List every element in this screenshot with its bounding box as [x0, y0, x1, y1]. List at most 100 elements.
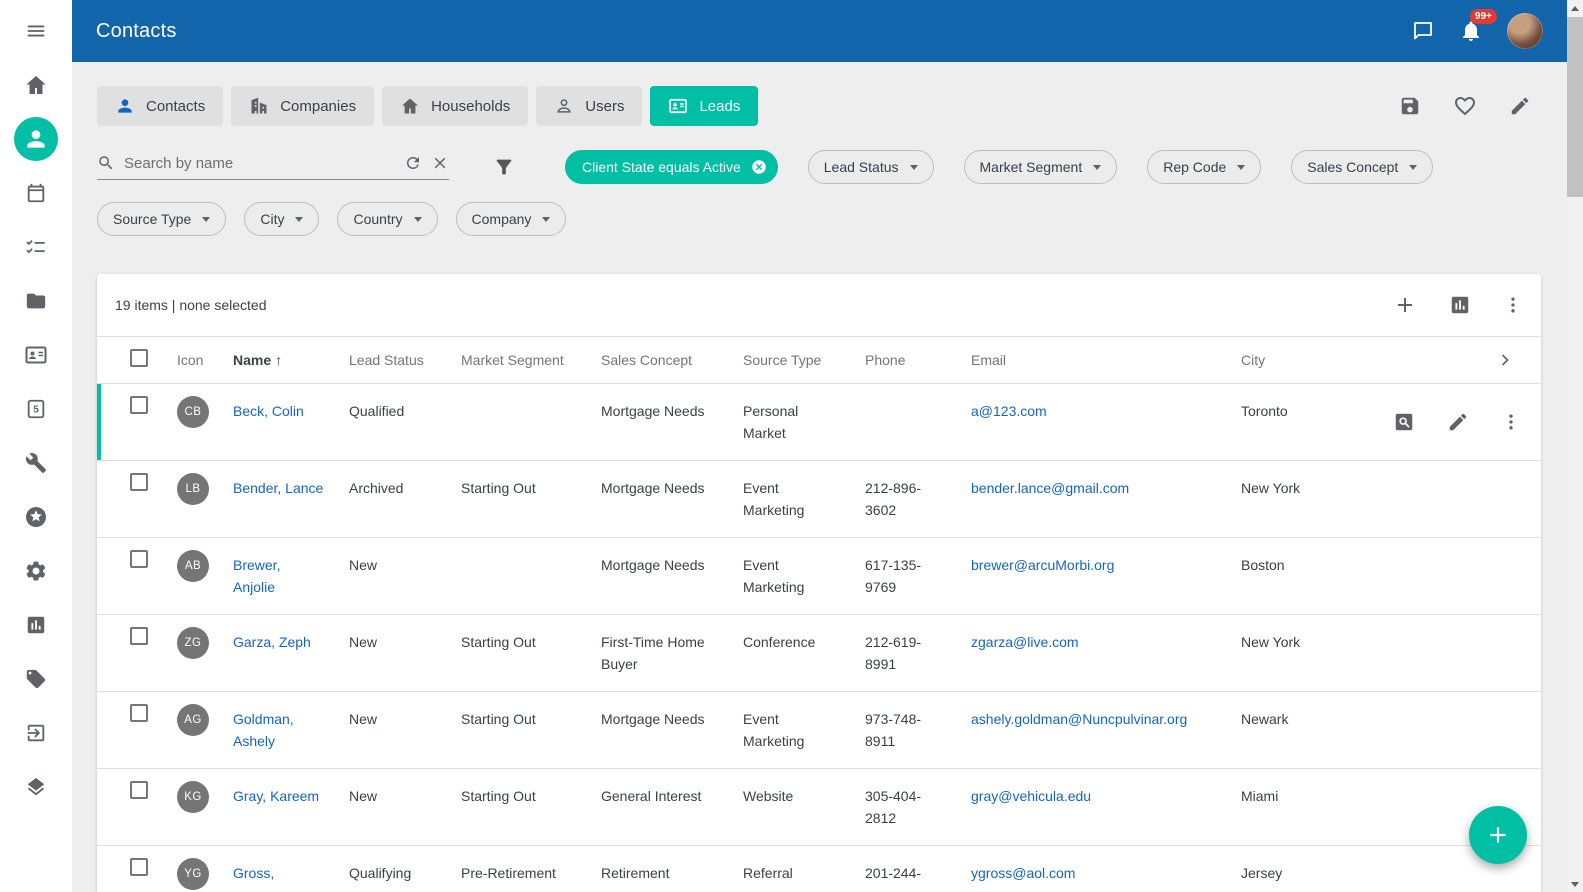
scroll-up-icon[interactable] [1567, 0, 1583, 16]
tab-contacts[interactable]: Contacts [97, 86, 223, 126]
lead-status-cell: Qualifying [349, 846, 461, 892]
column-lead-status[interactable]: Lead Status [349, 352, 461, 368]
notifications-bell-icon[interactable]: 99+ [1459, 19, 1483, 43]
preview-icon[interactable] [1393, 411, 1415, 433]
scrollbar-thumb[interactable] [1567, 17, 1583, 197]
contact-name-link[interactable]: Beck, Colin [233, 403, 304, 419]
contact-name-link[interactable]: Brewer, Anjolie [233, 557, 280, 595]
more-vert-icon[interactable] [1503, 295, 1523, 315]
table-row[interactable]: KG Gray, Kareem New Starting Out General… [97, 769, 1541, 846]
filter-lead-status[interactable]: Lead Status [808, 150, 934, 184]
sidebar-item-contacts[interactable] [14, 117, 58, 161]
filter-city[interactable]: City [244, 202, 319, 236]
row-checkbox[interactable] [130, 704, 148, 722]
filter-country[interactable]: Country [337, 202, 437, 236]
contact-avatar: ZG [177, 627, 209, 659]
tools-icon[interactable] [24, 451, 48, 475]
table-row[interactable]: YG Gross, Qualifying Pre-Retirement Reti… [97, 846, 1541, 892]
contact-card-icon[interactable] [24, 343, 48, 367]
folder-icon[interactable] [24, 289, 48, 313]
table-row[interactable]: AB Brewer, Anjolie New Mortgage Needs Ev… [97, 538, 1541, 615]
column-name[interactable]: Name↑ [233, 352, 349, 368]
row-checkbox[interactable] [130, 858, 148, 876]
tab-users[interactable]: Users [536, 86, 642, 126]
edit-pencil-icon[interactable] [1447, 411, 1469, 433]
table-row[interactable]: CB Beck, Colin Qualified Mortgage Needs … [97, 384, 1541, 461]
clear-icon[interactable] [431, 154, 449, 172]
city-cell: New York [1241, 615, 1371, 667]
user-avatar[interactable] [1507, 13, 1543, 49]
email-link[interactable]: ygross@aol.com [971, 865, 1075, 881]
edit-pencil-icon[interactable] [1509, 95, 1531, 117]
tab-leads[interactable]: Leads [650, 86, 758, 126]
settings-gear-icon[interactable] [24, 559, 48, 583]
chevron-right-icon[interactable] [1495, 350, 1541, 370]
column-icon[interactable]: Icon [177, 352, 233, 368]
column-sales-concept[interactable]: Sales Concept [601, 352, 743, 368]
column-source-type[interactable]: Source Type [743, 352, 865, 368]
chart-icon[interactable] [1449, 294, 1471, 316]
select-all-checkbox[interactable] [130, 349, 148, 367]
row-checkbox[interactable] [130, 396, 148, 414]
contact-name-link[interactable]: Garza, Zeph [233, 634, 311, 650]
city-cell: Jersey [1241, 846, 1371, 892]
email-link[interactable]: brewer@arcuMorbi.org [971, 557, 1114, 573]
filter-sales-concept[interactable]: Sales Concept [1291, 150, 1433, 184]
scroll-down-icon[interactable] [1567, 876, 1583, 892]
calendar-icon[interactable] [24, 181, 48, 205]
tags-icon[interactable] [24, 667, 48, 691]
contact-name-link[interactable]: Bender, Lance [233, 480, 323, 496]
layers-icon[interactable] [24, 775, 48, 799]
email-link[interactable]: bender.lance@gmail.com [971, 480, 1129, 496]
contact-name-link[interactable]: Goldman, Ashely [233, 711, 294, 749]
policies-5-icon[interactable]: 5 [24, 397, 48, 421]
row-checkbox[interactable] [130, 781, 148, 799]
source-type-cell: Event Marketing [743, 538, 865, 612]
contact-avatar: KG [177, 781, 209, 813]
tab-households[interactable]: Households [382, 86, 528, 126]
sales-concept-cell: Retirement [601, 846, 743, 892]
chat-icon[interactable] [1411, 19, 1435, 43]
search-input[interactable] [124, 155, 395, 172]
table-row[interactable]: LB Bender, Lance Archived Starting Out M… [97, 461, 1541, 538]
row-checkbox[interactable] [130, 473, 148, 491]
contact-name-link[interactable]: Gross, [233, 865, 274, 881]
filter-source-type[interactable]: Source Type [97, 202, 226, 236]
row-checkbox[interactable] [130, 550, 148, 568]
favorites-icon[interactable] [24, 505, 48, 529]
menu-icon[interactable] [24, 19, 48, 43]
column-email[interactable]: Email [971, 352, 1241, 368]
column-phone[interactable]: Phone [865, 352, 971, 368]
email-link[interactable]: ashely.goldman@Nuncpulvinar.org [971, 711, 1187, 727]
vertical-scrollbar[interactable] [1567, 0, 1583, 892]
save-icon[interactable] [1399, 95, 1421, 117]
email-link[interactable]: zgarza@live.com [971, 634, 1079, 650]
column-city[interactable]: City [1241, 352, 1371, 368]
row-checkbox[interactable] [130, 627, 148, 645]
filter-rep-code[interactable]: Rep Code [1147, 150, 1261, 184]
favorite-heart-icon[interactable] [1453, 94, 1477, 118]
add-icon[interactable] [1393, 293, 1417, 317]
filter-market-segment[interactable]: Market Segment [964, 150, 1118, 184]
chevron-down-icon [910, 165, 918, 170]
email-link[interactable]: a@123.com [971, 403, 1047, 419]
exit-icon[interactable] [24, 721, 48, 745]
table-row[interactable]: ZG Garza, Zeph New Starting Out First-Ti… [97, 615, 1541, 692]
market-segment-cell [461, 538, 601, 568]
add-contact-fab[interactable] [1469, 806, 1527, 864]
contact-avatar: AG [177, 704, 209, 736]
more-vert-icon[interactable] [1501, 412, 1521, 432]
filter-company[interactable]: Company [456, 202, 567, 236]
active-filter-chip[interactable]: Client State equals Active [565, 150, 778, 184]
home-icon[interactable] [24, 73, 48, 97]
reports-chart-icon[interactable] [24, 613, 48, 637]
table-row[interactable]: AG Goldman, Ashely New Starting Out Mort… [97, 692, 1541, 769]
tab-companies[interactable]: Companies [231, 86, 374, 126]
email-link[interactable]: gray@vehicula.edu [971, 788, 1091, 804]
filter-funnel-icon[interactable] [493, 156, 515, 178]
column-market-segment[interactable]: Market Segment [461, 352, 601, 368]
refresh-icon[interactable] [404, 154, 422, 172]
tasks-icon[interactable] [24, 235, 48, 259]
chip-close-icon[interactable] [750, 158, 768, 176]
contact-name-link[interactable]: Gray, Kareem [233, 788, 319, 804]
